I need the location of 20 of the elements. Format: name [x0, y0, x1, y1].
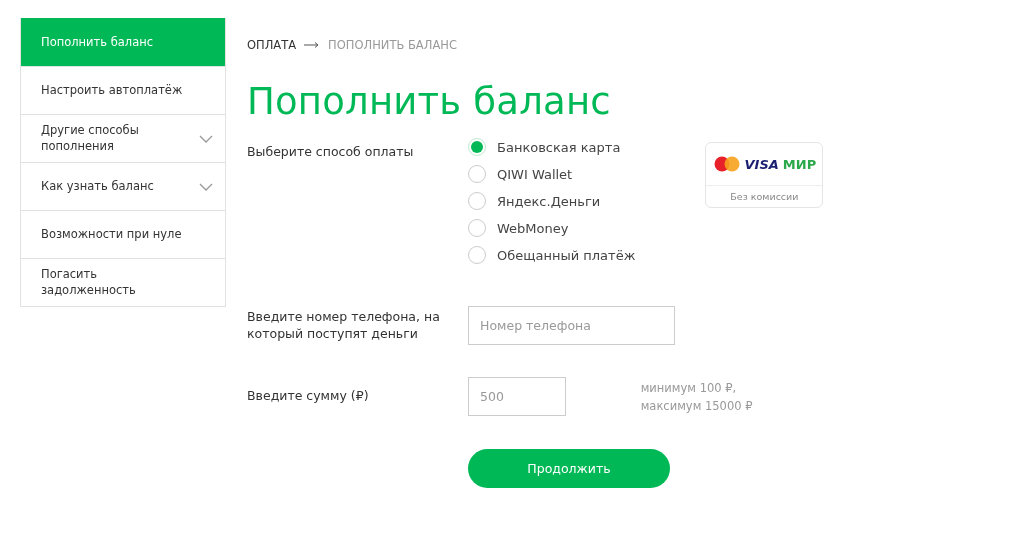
radio-option[interactable]: Обещанный платёж: [468, 246, 636, 265]
chevron-down-icon: [199, 134, 213, 143]
radio-option[interactable]: WebMoney: [468, 219, 636, 238]
phone-input-field[interactable]: Номер телефона: [468, 306, 675, 346]
page-title: Пополнить баланс: [247, 80, 612, 125]
radio-option[interactable]: Банковская карта: [468, 138, 636, 157]
visa-logo: VISA: [744, 156, 779, 172]
field-label: Введите сумму (₽): [247, 388, 370, 406]
radio-option[interactable]: Яндекс.Деньги: [468, 192, 636, 211]
breadcrumb-link[interactable]: ОПЛАТА: [247, 38, 297, 52]
amount-input-field[interactable]: 500: [468, 377, 566, 417]
field-label: Введите номер телефона, на который поступят деньги: [247, 309, 441, 343]
mastercard-logo-icon: [712, 156, 741, 173]
arrow-right-icon: [304, 42, 321, 48]
chevron-down-icon: [199, 182, 213, 191]
amount-hint: минимум 100 ₽, максимум 15000 ₽: [640, 379, 754, 415]
mir-logo: МИР: [782, 156, 817, 172]
radio-option[interactable]: QIWI Wallet: [468, 165, 636, 184]
badge-note: Без комиссии: [729, 190, 800, 205]
field-label: Выберите способ оплаты: [247, 144, 415, 162]
